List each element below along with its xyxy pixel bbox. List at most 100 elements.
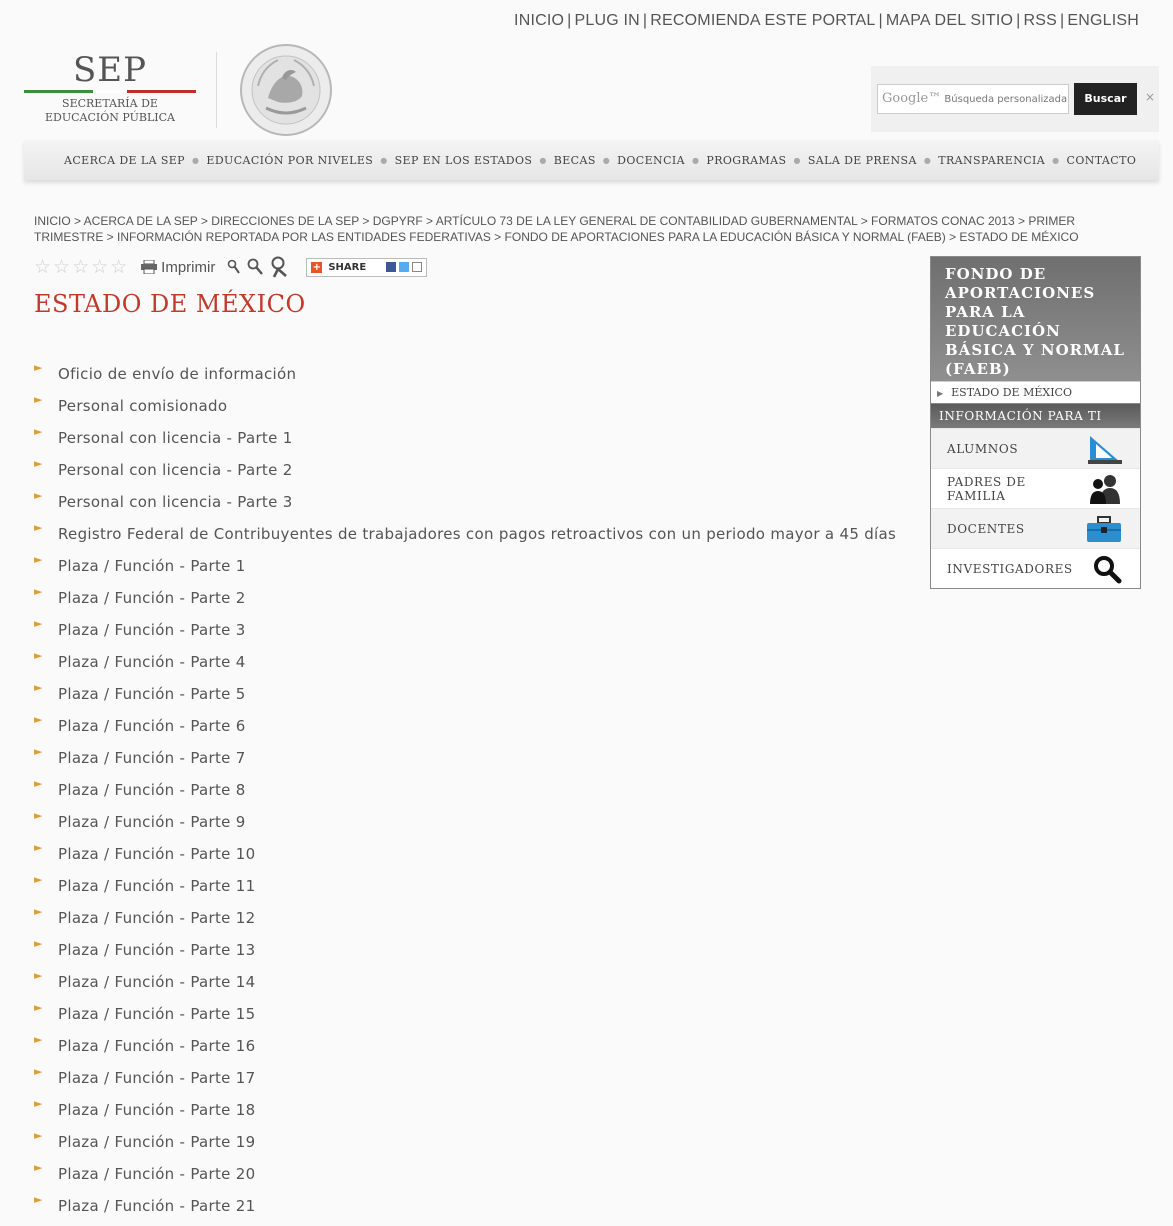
document-link[interactable]: ► Plaza / Función - Parte 21 [34,1194,896,1226]
top-link-mapa[interactable]: MAPA DEL SITIO [886,12,1013,29]
top-link-separator: | [1059,12,1065,29]
document-link[interactable]: ► Plaza / Función - Parte 5 [34,682,896,714]
top-links: INICIO | PLUG IN | RECOMIENDA ESTE PORTAL | MA… [514,12,1139,30]
nav-separator: ● [1052,155,1060,165]
search-input[interactable]: Google™ Búsqueda personalizada [877,84,1069,114]
document-link[interactable]: ► Plaza / Función - Parte 20 [34,1162,896,1194]
document-link[interactable]: ► Plaza / Función - Parte 15 [34,1002,896,1034]
document-link[interactable]: ► Plaza / Función - Parte 8 [34,778,896,810]
zoom-large-icon[interactable] [270,256,290,278]
document-link[interactable]: ► Personal con licencia - Parte 1 [34,426,896,458]
info-item-label: ALUMNOS [947,441,1019,456]
info-item-padres[interactable]: PADRES DE FAMILIA [931,468,1140,508]
document-link-label: Plaza / Función - Parte 15 [58,1005,256,1023]
fund-sidebar-title: FONDO DE APORTACIONES PARA LA EDUCACIÓN … [931,257,1140,381]
document-link-label: Plaza / Función - Parte 6 [58,717,246,735]
info-item-docentes[interactable]: DOCENTES [931,508,1140,548]
document-link-label: Plaza / Función - Parte 11 [58,877,256,895]
document-link[interactable]: ► Plaza / Función - Parte 10 [34,842,896,874]
info-item-alumnos[interactable]: ALUMNOS [931,428,1140,468]
bullet-arrow-icon: ► [34,1193,43,1206]
document-link[interactable]: ► Plaza / Función - Parte 16 [34,1034,896,1066]
facebook-icon[interactable] [386,262,397,272]
document-link[interactable]: ► Oficio de envío de información [34,362,896,394]
nav-separator: ● [539,155,547,165]
nav-prensa[interactable]: Sala de Prensa [808,154,917,167]
document-link[interactable]: ► Plaza / Función - Parte 4 [34,650,896,682]
twitter-icon[interactable] [399,262,410,272]
nav-separator: ● [692,155,700,165]
document-list: ► Oficio de envío de información ► Personal… [34,362,896,1226]
info-item-investigadores[interactable]: INVESTIGADORES [931,548,1140,588]
document-link[interactable]: ► Plaza / Función - Parte 2 [34,586,896,618]
main-nav: Acerca de la SEP ● Educación por niveles ●… [24,140,1159,180]
top-link-recomienda[interactable]: RECOMIENDA ESTE PORTAL [650,12,875,29]
nav-becas[interactable]: Becas [554,154,596,167]
nav-programas[interactable]: Programas [706,154,786,167]
share-button[interactable]: + SHARE [306,257,428,277]
page-title: ESTADO DE MÉXICO [34,290,306,318]
document-link-label: Personal con licencia - Parte 3 [58,493,293,511]
document-link[interactable]: ► Plaza / Función - Parte 3 [34,618,896,650]
document-link[interactable]: ► Registro Federal de Contribuyentes de t… [34,522,896,554]
bullet-arrow-icon: ► [34,777,43,790]
email-icon[interactable] [412,262,423,272]
top-link-inicio[interactable]: INICIO [514,12,564,29]
flag-stripe [24,90,196,93]
document-link[interactable]: ► Plaza / Función - Parte 6 [34,714,896,746]
document-link[interactable]: ► Personal comisionado [34,394,896,426]
bullet-arrow-icon: ► [34,457,43,470]
bullet-arrow-icon: ► [34,1065,43,1078]
top-link-rss[interactable]: RSS [1023,12,1057,29]
magnifier-icon [1094,555,1122,583]
logo-line-2: EDUCACIÓN PÚBLICA [45,111,175,124]
bullet-arrow-icon: ► [34,1001,43,1014]
document-link[interactable]: ► Plaza / Función - Parte 12 [34,906,896,938]
top-link-separator: | [642,12,648,29]
document-link[interactable]: ► Plaza / Función - Parte 11 [34,874,896,906]
breadcrumb[interactable]: INICIO > ACERCA DE LA SEP > DIRECCIONES … [34,213,1114,245]
nav-separator: ● [192,155,200,165]
info-sidebar-title: INFORMACIÓN PARA TI [931,404,1140,428]
top-link-plugin[interactable]: PLUG IN [575,12,640,29]
bullet-arrow-icon: ► [34,1033,43,1046]
triangle-right-icon: ▶ [937,389,944,398]
zoom-medium-icon[interactable] [247,258,264,276]
fund-sidebar-item[interactable]: ▶ ESTADO DE MÉXICO [931,381,1140,403]
document-link[interactable]: ► Plaza / Función - Parte 17 [34,1066,896,1098]
document-link[interactable]: ► Plaza / Función - Parte 1 [34,554,896,586]
print-link[interactable]: Imprimir [161,259,215,276]
bullet-arrow-icon: ► [34,681,43,694]
info-item-label: INVESTIGADORES [947,561,1073,576]
document-link[interactable]: ► Plaza / Función - Parte 9 [34,810,896,842]
clear-search-icon[interactable]: × [1145,90,1155,104]
document-link-label: Personal con licencia - Parte 1 [58,429,293,447]
printer-icon[interactable] [141,260,158,274]
document-link-label: Plaza / Función - Parte 5 [58,685,246,703]
info-item-label: DOCENTES [947,521,1025,536]
document-link[interactable]: ► Personal con licencia - Parte 2 [34,458,896,490]
nav-transparencia[interactable]: Transparencia [938,154,1045,167]
document-link[interactable]: ► Plaza / Función - Parte 18 [34,1098,896,1130]
bullet-arrow-icon: ► [34,1161,43,1174]
rating-stars[interactable]: ☆☆☆☆☆ [34,256,129,278]
document-link[interactable]: ► Plaza / Función - Parte 7 [34,746,896,778]
top-link-english[interactable]: ENGLISH [1067,12,1139,29]
nav-contacto[interactable]: Contacto [1067,154,1137,167]
document-link[interactable]: ► Plaza / Función - Parte 14 [34,970,896,1002]
nav-docencia[interactable]: Docencia [617,154,685,167]
nav-estados[interactable]: SEP en los Estados [395,154,533,167]
document-link[interactable]: ► Plaza / Función - Parte 19 [34,1130,896,1162]
nav-educacion[interactable]: Educación por niveles [206,154,373,167]
zoom-small-icon[interactable] [227,259,241,275]
info-sidebar: INFORMACIÓN PARA TI ALUMNOS PADRES DE FA… [930,403,1141,589]
nav-acerca[interactable]: Acerca de la SEP [64,154,185,167]
document-link-label: Plaza / Función - Parte 9 [58,813,246,831]
document-link-label: Oficio de envío de información [58,365,297,383]
document-link[interactable]: ► Personal con licencia - Parte 3 [34,490,896,522]
sep-logo[interactable]: SEP SECRETARÍA DE EDUCACIÓN PÚBLICA [24,52,196,125]
search-button[interactable]: Buscar [1074,83,1137,115]
document-link[interactable]: ► Plaza / Función - Parte 13 [34,938,896,970]
document-link-label: Plaza / Función - Parte 19 [58,1133,256,1151]
bullet-arrow-icon: ► [34,521,43,534]
